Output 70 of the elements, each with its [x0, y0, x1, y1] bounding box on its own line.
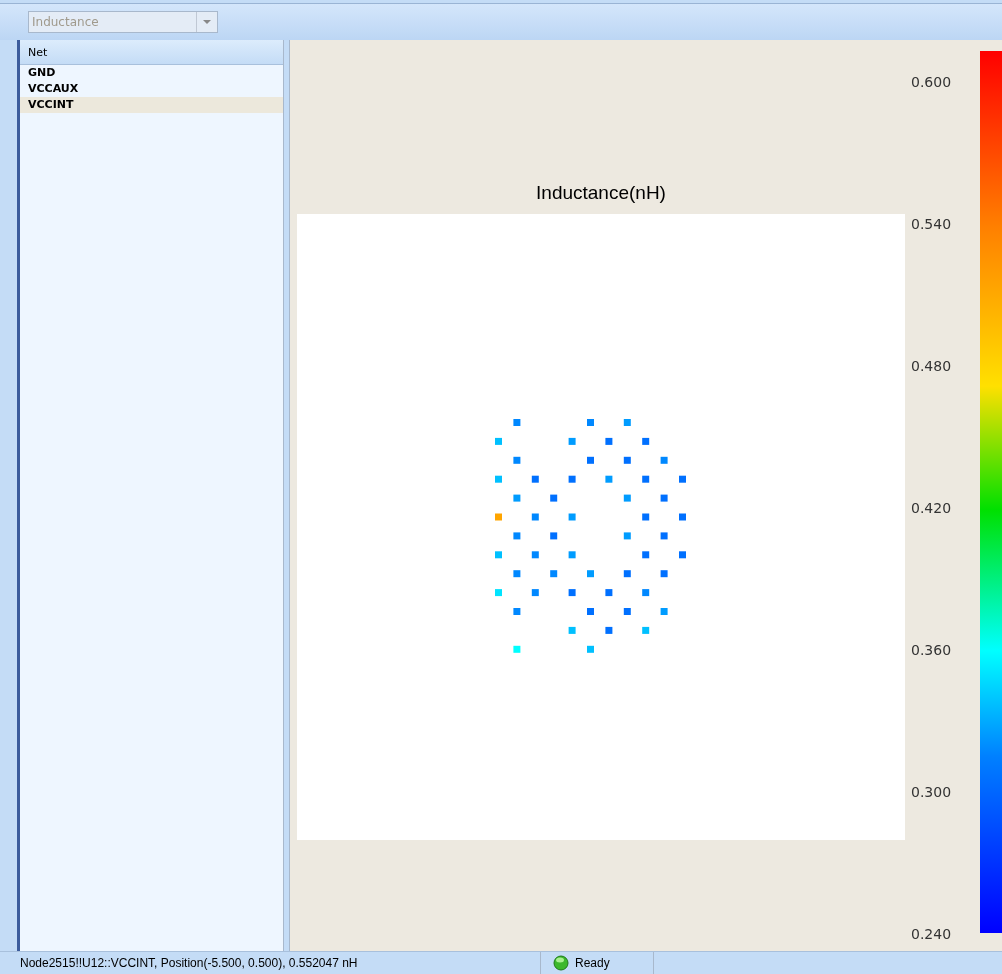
status-message: Node2515!!U12::VCCINT, Position(-5.500, 0.500), 0.552047 nH: [19, 956, 359, 970]
data-point: [587, 419, 594, 426]
colorbar-tick-label: 0.600: [911, 73, 953, 91]
data-point: [587, 645, 594, 653]
data-point: [642, 437, 650, 445]
data-point: [660, 532, 668, 540]
data-point: [513, 570, 521, 578]
data-point: [642, 589, 650, 597]
data-point: [642, 626, 650, 634]
data-point: [623, 532, 631, 540]
data-point: [495, 551, 502, 559]
net-item[interactable]: GND: [20, 65, 283, 81]
status-light-icon: [553, 955, 569, 971]
data-point: [495, 475, 502, 483]
data-point: [531, 589, 539, 597]
data-point: [679, 475, 686, 483]
colorbar-tick-label: 0.300: [911, 783, 953, 801]
data-point: [642, 475, 650, 483]
net-item[interactable]: VCCINT: [20, 97, 283, 113]
colorbar-tick-label: 0.420: [911, 499, 953, 517]
data-point: [531, 475, 539, 483]
data-point: [642, 551, 650, 559]
data-point: [568, 551, 576, 559]
data-point: [642, 513, 650, 521]
data-point: [513, 608, 521, 615]
caret-icon: [203, 20, 211, 24]
colorbar-tick-label: 0.480: [911, 357, 953, 375]
data-point: [568, 475, 576, 483]
data-point: [513, 494, 521, 502]
data-point: [660, 570, 668, 578]
data-point: [513, 532, 521, 540]
data-point: [495, 589, 502, 597]
data-point: [660, 456, 668, 464]
data-point: [679, 551, 686, 559]
data-point: [550, 570, 558, 578]
colorbar-tick-label: 0.360: [911, 641, 953, 659]
data-point: [513, 419, 521, 426]
data-point: [679, 513, 686, 521]
data-point: [568, 513, 576, 521]
data-point: [623, 419, 631, 426]
data-point: [587, 608, 594, 615]
data-point: [495, 437, 502, 445]
data-point: [660, 608, 668, 615]
data-point: [623, 608, 631, 615]
data-point: [605, 475, 613, 483]
data-point: [660, 494, 668, 502]
data-point: [587, 570, 594, 578]
data-point: [605, 437, 613, 445]
data-point: [587, 456, 594, 464]
data-point: [550, 532, 558, 540]
data-point: [495, 513, 502, 521]
colorbar-tick-label: 0.240: [911, 925, 953, 943]
data-point: [550, 494, 558, 502]
data-point: [605, 626, 613, 634]
data-point: [568, 589, 576, 597]
data-point: [623, 494, 631, 502]
data-point: [605, 589, 613, 597]
data-point: [531, 513, 539, 521]
data-point: [623, 456, 631, 464]
colorbar-tick-label: 0.540: [911, 215, 953, 233]
data-point: [531, 551, 539, 559]
net-item[interactable]: VCCAUX: [20, 81, 283, 97]
data-point: [568, 437, 576, 445]
data-point: [513, 645, 521, 653]
status-text: Ready: [575, 956, 610, 970]
data-point: [623, 570, 631, 578]
plot-title: Inductance(nH): [536, 182, 666, 205]
data-point: [568, 626, 576, 634]
data-point: [513, 456, 521, 464]
column-header[interactable]: Net: [20, 40, 283, 65]
